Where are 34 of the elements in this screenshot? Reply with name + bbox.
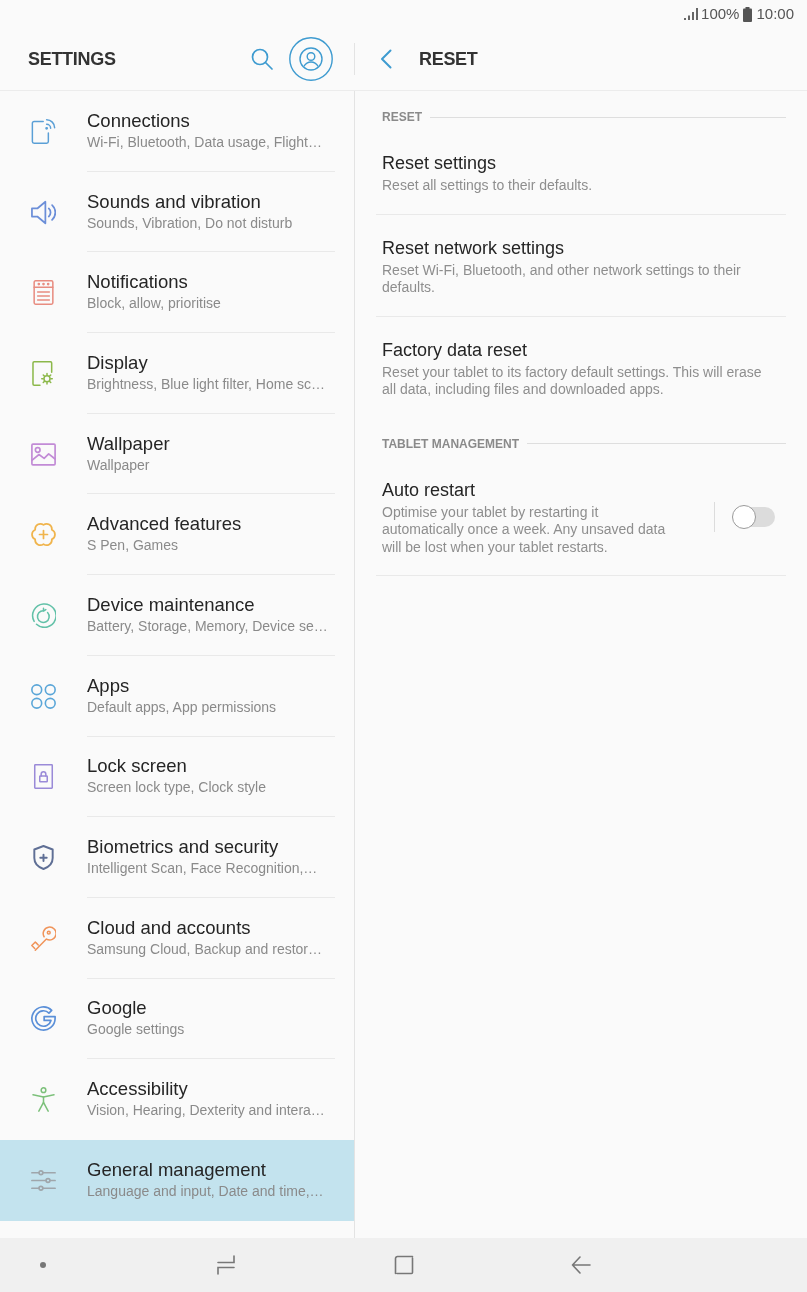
settings-category-item[interactable]: Apps Default apps, App permissions bbox=[0, 655, 354, 737]
offset-lines-icon[interactable] bbox=[216, 1255, 236, 1275]
dot-icon[interactable] bbox=[40, 1262, 46, 1268]
settings-category-item[interactable]: Device maintenance Battery, Storage, Memory, Device se… bbox=[0, 575, 354, 656]
option-description: Optimise your tablet by restarting it automatically once a week. Any unsaved data will be lost when your tablet restarts. bbox=[382, 503, 667, 556]
option-title: Auto restart bbox=[382, 478, 476, 502]
settings-category-item[interactable]: Advanced features S Pen, Games bbox=[0, 494, 354, 576]
toggle-switch[interactable] bbox=[732, 504, 776, 529]
settings-category-item[interactable]: Sounds and vibration Sounds, Vibration, Do not disturb bbox=[0, 171, 354, 253]
settings-category-item[interactable]: Cloud and accounts Samsung Cloud, Backup and restor… bbox=[0, 897, 354, 979]
settings-option[interactable]: Reset network settings Reset Wi-Fi, Bluetooth, and other network settings to their defaults. bbox=[376, 214, 786, 317]
settings-category-item[interactable]: Display Brightness, Blue light filter, Home sc… bbox=[0, 333, 354, 414]
settings-category-item[interactable]: Google Google settings bbox=[0, 978, 354, 1060]
settings-category-item[interactable]: Accessibility Vision, Hearing, Dexterity and intera… bbox=[0, 1059, 354, 1140]
settings-category-item[interactable]: Notifications Block, allow, prioritise bbox=[0, 252, 354, 334]
settings-category-item[interactable]: Connections Wi-Fi, Bluetooth, Data usage, Flight… bbox=[0, 91, 354, 172]
settings-option[interactable]: Factory data reset Reset your tablet to its factory default settings. This will erase all data, including files and downloaded apps. bbox=[376, 316, 786, 418]
back-arrow-icon[interactable] bbox=[571, 1256, 591, 1274]
back-chevron-icon[interactable] bbox=[380, 49, 392, 69]
signal-icon bbox=[684, 8, 700, 20]
settings-title: SETTINGS bbox=[28, 48, 116, 70]
settings-category-item[interactable]: Wallpaper Wallpaper bbox=[0, 413, 354, 495]
page-title: RESET bbox=[419, 48, 478, 70]
battery-percentage: 100% bbox=[701, 5, 740, 23]
section-header: RESET bbox=[382, 110, 422, 124]
search-icon[interactable] bbox=[251, 48, 273, 70]
settings-category-item[interactable]: General management Language and input, Date and time,… bbox=[0, 1139, 354, 1221]
section-header: TABLET MANAGEMENT bbox=[382, 436, 520, 451]
settings-category-item[interactable]: Lock screen Screen lock type, Clock style bbox=[0, 736, 354, 818]
account-icon[interactable] bbox=[289, 37, 333, 81]
settings-category-item[interactable]: Biometrics and security Intelligent Scan, Face Recognition,… bbox=[0, 817, 354, 898]
battery-icon bbox=[743, 6, 753, 22]
clock-time: 10:00 bbox=[756, 5, 794, 23]
settings-option[interactable]: Reset settings Reset all settings to their defaults. bbox=[376, 130, 786, 215]
